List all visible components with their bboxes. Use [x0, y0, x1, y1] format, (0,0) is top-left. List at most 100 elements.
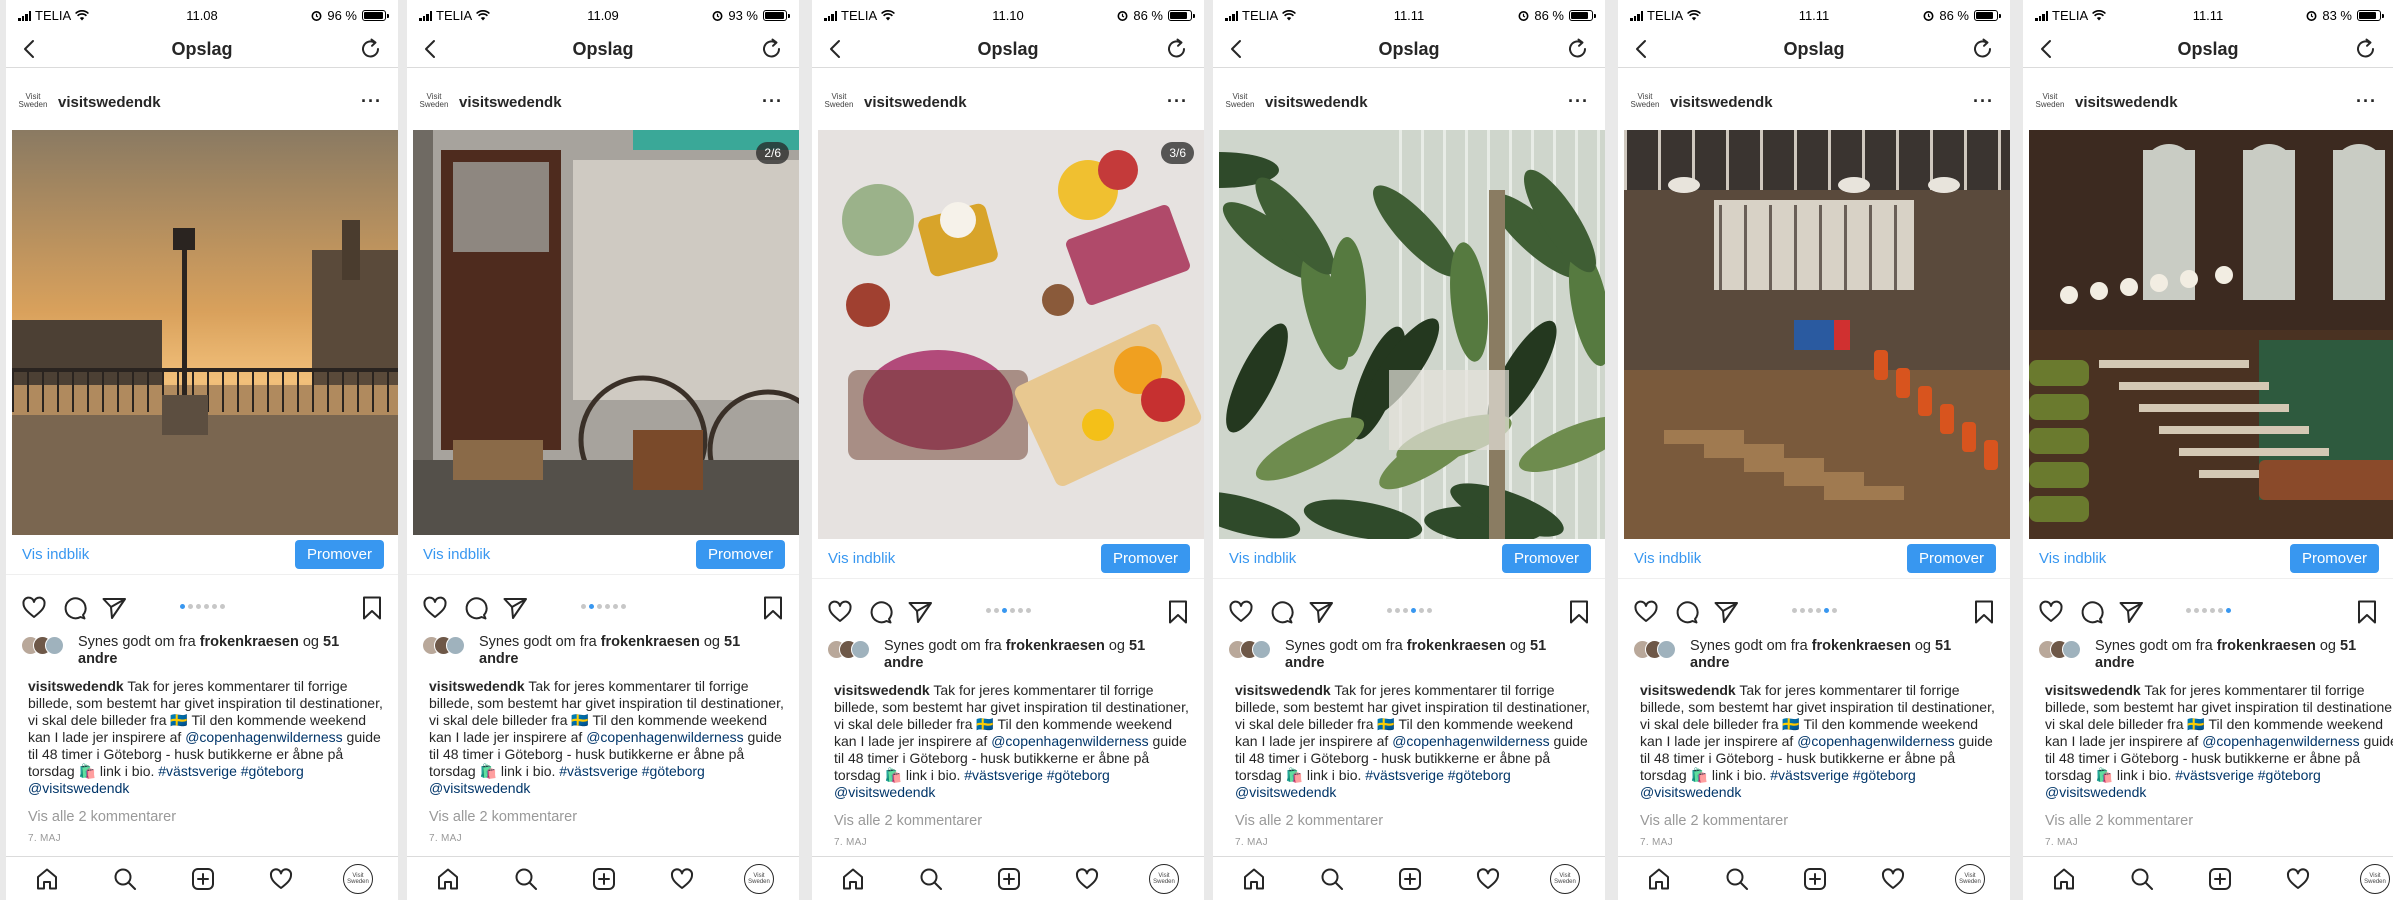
view-comments-link[interactable]: Vis alle 2 kommentarer	[28, 809, 176, 825]
view-insights-link[interactable]: Vis indblik	[1229, 550, 1296, 567]
caption-username[interactable]: visitswedendk	[28, 678, 124, 694]
heart-icon[interactable]	[268, 866, 294, 892]
caption-mention[interactable]: @copenhagenwilderness	[1392, 733, 1549, 749]
bookmark-icon[interactable]	[358, 594, 386, 622]
likes-count[interactable]: 51	[1129, 638, 1145, 654]
avatar[interactable]: Visit Sweden	[824, 86, 854, 116]
likes-count[interactable]: 51	[1530, 638, 1546, 654]
avatar[interactable]: Visit Sweden	[1149, 864, 1179, 894]
avatar[interactable]: Visit Sweden	[744, 864, 774, 894]
liker-username[interactable]: frokenkraesen	[200, 634, 299, 650]
avatar[interactable]: Visit Sweden	[2035, 86, 2065, 116]
more-horizontal-icon[interactable]: ···	[2356, 91, 2377, 112]
avatar[interactable]: Visit Sweden	[18, 86, 48, 116]
view-comments-link[interactable]: Vis alle 2 kommentarer	[1640, 813, 1788, 829]
caption-mention[interactable]: @copenhagenwilderness	[1797, 733, 1954, 749]
home-icon[interactable]	[435, 866, 461, 892]
post-username[interactable]: visitswedendk	[1265, 94, 1368, 111]
caption-username[interactable]: visitswedendk	[1235, 682, 1331, 698]
view-insights-link[interactable]: Vis indblik	[22, 546, 89, 563]
avatar[interactable]: Visit Sweden	[1955, 864, 1985, 894]
refresh-icon[interactable]	[2353, 36, 2379, 62]
likes-count[interactable]: 51	[2340, 638, 2356, 654]
likes-count[interactable]: 51	[1935, 638, 1951, 654]
liker-username[interactable]: frokenkraesen	[601, 634, 700, 650]
more-horizontal-icon[interactable]: ···	[1973, 91, 1994, 112]
caption-username[interactable]: visitswedendk	[1640, 682, 1736, 698]
view-comments-link[interactable]: Vis alle 2 kommentarer	[2045, 813, 2193, 829]
bookmark-icon[interactable]	[1565, 598, 1593, 626]
promote-button[interactable]: Promover	[294, 540, 384, 569]
refresh-icon[interactable]	[759, 36, 785, 62]
home-icon[interactable]	[34, 866, 60, 892]
post-username[interactable]: visitswedendk	[58, 94, 161, 111]
post-photo[interactable]: 2/6	[413, 130, 799, 535]
heart-icon[interactable]	[2285, 866, 2311, 892]
view-insights-link[interactable]: Vis indblik	[2039, 550, 2106, 567]
home-icon[interactable]	[1646, 866, 1672, 892]
avatar[interactable]: Visit Sweden	[1225, 86, 1255, 116]
likes-others[interactable]: andre	[1690, 655, 1730, 671]
likes-others[interactable]: andre	[2095, 655, 2135, 671]
search-icon[interactable]	[1724, 866, 1750, 892]
refresh-icon[interactable]	[1565, 36, 1591, 62]
likes-summary[interactable]: Synes godt om fra frokenkraesen og 51 and…	[1618, 638, 2010, 678]
promote-button[interactable]: Promover	[1501, 544, 1591, 573]
view-comments-link[interactable]: Vis alle 2 kommentarer	[1235, 813, 1383, 829]
bookmark-icon[interactable]	[2353, 598, 2381, 626]
view-insights-link[interactable]: Vis indblik	[423, 546, 490, 563]
caption-username[interactable]: visitswedendk	[2045, 682, 2141, 698]
caption-mention[interactable]: @copenhagenwilderness	[586, 729, 743, 745]
likes-others[interactable]: andre	[479, 651, 519, 667]
promote-button[interactable]: Promover	[695, 540, 785, 569]
likes-others[interactable]: andre	[1285, 655, 1325, 671]
liker-username[interactable]: frokenkraesen	[1006, 638, 1105, 654]
caption-mention[interactable]: @copenhagenwilderness	[2202, 733, 2359, 749]
heart-icon[interactable]	[1475, 866, 1501, 892]
home-icon[interactable]	[2051, 866, 2077, 892]
search-icon[interactable]	[513, 866, 539, 892]
avatar[interactable]: Visit Sweden	[1630, 86, 1660, 116]
search-icon[interactable]	[918, 866, 944, 892]
add-post-icon[interactable]	[1397, 866, 1423, 892]
post-username[interactable]: visitswedendk	[2075, 94, 2178, 111]
likes-summary[interactable]: Synes godt om fra frokenkraesen og 51 and…	[407, 634, 799, 674]
add-post-icon[interactable]	[591, 866, 617, 892]
likes-others[interactable]: andre	[884, 655, 924, 671]
add-post-icon[interactable]	[190, 866, 216, 892]
post-photo[interactable]	[1624, 130, 2010, 539]
view-insights-link[interactable]: Vis indblik	[828, 550, 895, 567]
heart-icon[interactable]	[1880, 866, 1906, 892]
bookmark-icon[interactable]	[1164, 598, 1192, 626]
search-icon[interactable]	[1319, 866, 1345, 892]
search-icon[interactable]	[2129, 866, 2155, 892]
refresh-icon[interactable]	[1970, 36, 1996, 62]
caption-username[interactable]: visitswedendk	[834, 682, 930, 698]
post-photo[interactable]: 3/6	[818, 130, 1204, 539]
likes-summary[interactable]: Synes godt om fra frokenkraesen og 51 and…	[6, 634, 398, 674]
search-icon[interactable]	[112, 866, 138, 892]
more-horizontal-icon[interactable]: ···	[361, 91, 382, 112]
bookmark-icon[interactable]	[1970, 598, 1998, 626]
liker-username[interactable]: frokenkraesen	[2217, 638, 2316, 654]
heart-icon[interactable]	[669, 866, 695, 892]
promote-button[interactable]: Promover	[1100, 544, 1190, 573]
promote-button[interactable]: Promover	[1906, 544, 1996, 573]
post-username[interactable]: visitswedendk	[864, 94, 967, 111]
likes-summary[interactable]: Synes godt om fra frokenkraesen og 51 and…	[812, 638, 1204, 678]
heart-icon[interactable]	[1074, 866, 1100, 892]
add-post-icon[interactable]	[996, 866, 1022, 892]
home-icon[interactable]	[840, 866, 866, 892]
liker-username[interactable]: frokenkraesen	[1407, 638, 1506, 654]
refresh-icon[interactable]	[1164, 36, 1190, 62]
view-insights-link[interactable]: Vis indblik	[1634, 550, 1701, 567]
post-photo[interactable]	[1219, 130, 1605, 539]
avatar[interactable]: Visit Sweden	[2360, 864, 2390, 894]
avatar[interactable]: Visit Sweden	[343, 864, 373, 894]
likes-summary[interactable]: Synes godt om fra frokenkraesen og 51 and…	[2023, 638, 2393, 678]
caption-mention[interactable]: @copenhagenwilderness	[185, 729, 342, 745]
avatar[interactable]: Visit Sweden	[1550, 864, 1580, 894]
avatar[interactable]: Visit Sweden	[419, 86, 449, 116]
post-photo[interactable]	[12, 130, 398, 535]
home-icon[interactable]	[1241, 866, 1267, 892]
